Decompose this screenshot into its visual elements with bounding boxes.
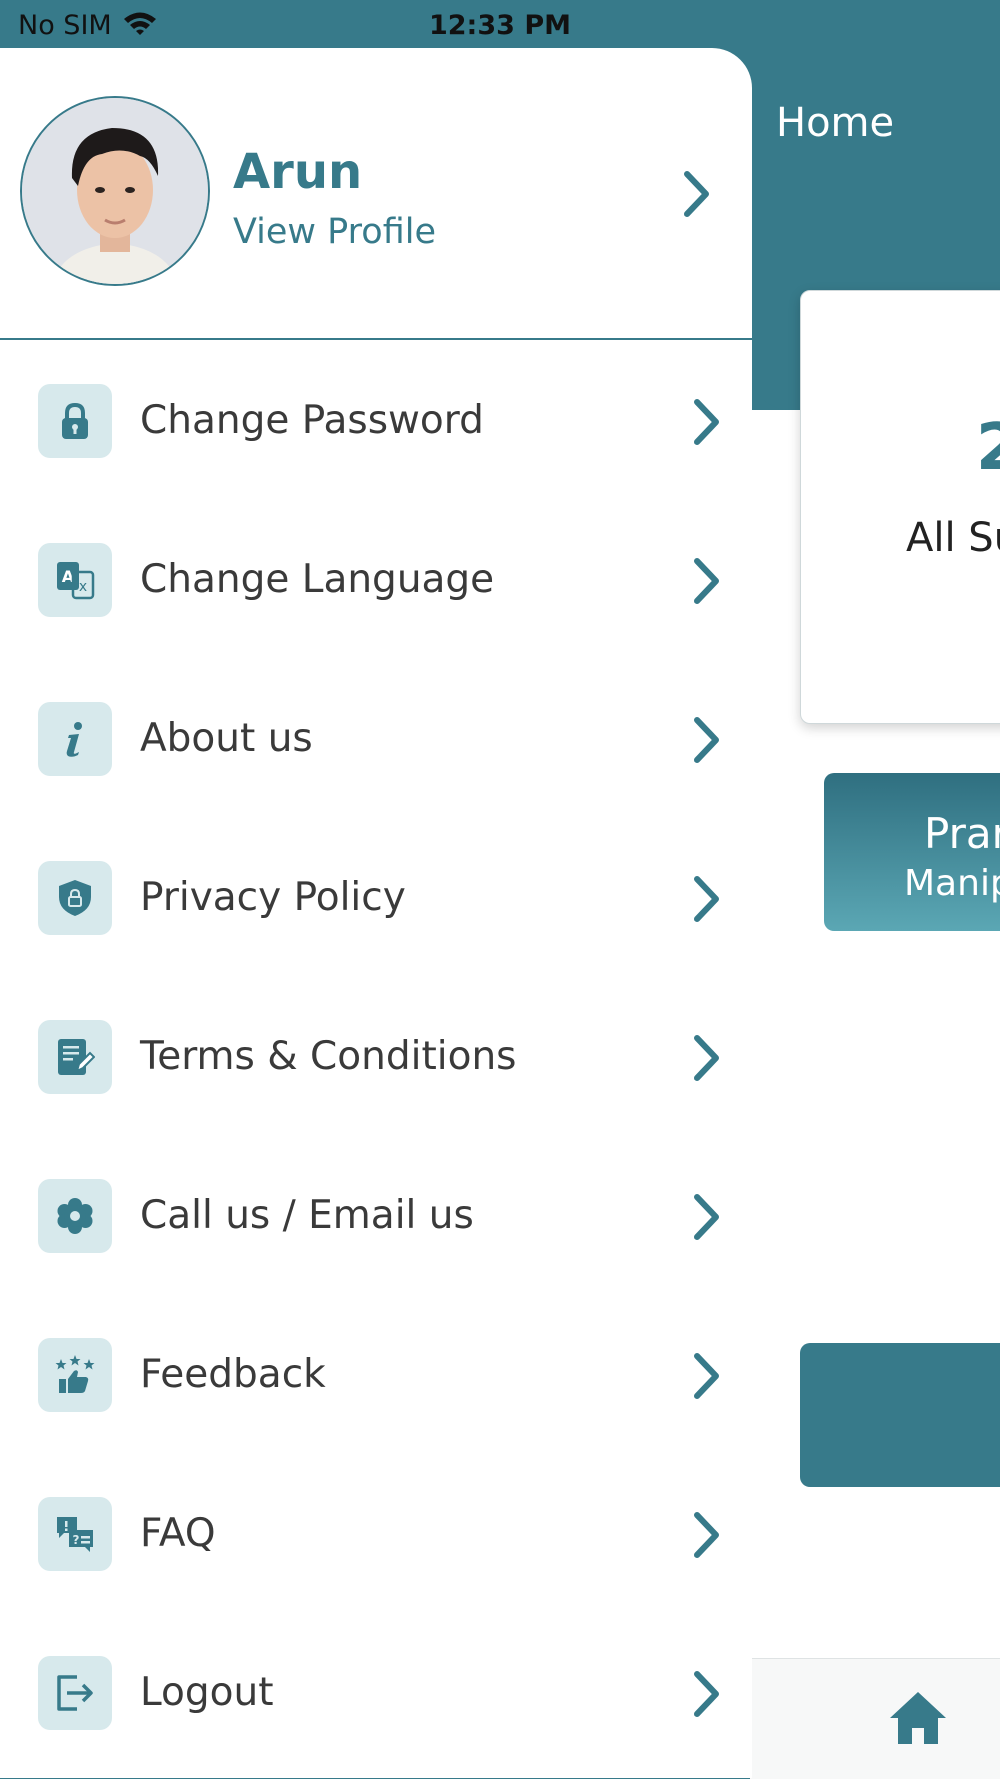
- menu-label: Terms & Conditions: [140, 1034, 517, 1079]
- home-action-button[interactable]: [800, 1343, 1000, 1487]
- avatar: [20, 96, 210, 286]
- chevron-right-icon: [692, 1193, 722, 1245]
- menu-label: Privacy Policy: [140, 875, 406, 920]
- lock-icon: [38, 384, 112, 458]
- menu-item-change-language[interactable]: Ax Change Language: [0, 499, 752, 658]
- practice-card[interactable]: Prar Manip: [824, 773, 1000, 931]
- side-drawer: Arun View Profile Change Password Ax Cha…: [0, 48, 752, 1778]
- practice-title: Prar: [924, 809, 1000, 858]
- shield-icon: [38, 861, 112, 935]
- gear-icon: [38, 1179, 112, 1253]
- menu-label: Feedback: [140, 1352, 326, 1397]
- chevron-right-icon: [692, 1034, 722, 1086]
- thumbs-up-stars-icon: [38, 1338, 112, 1412]
- bottom-nav: [750, 1658, 1000, 1779]
- menu-item-faq[interactable]: ? FAQ: [0, 1453, 752, 1612]
- view-profile-link[interactable]: View Profile: [233, 212, 436, 252]
- menu-item-about-us[interactable]: About us: [0, 658, 752, 817]
- svg-text:?: ?: [73, 1533, 80, 1547]
- home-icon[interactable]: [888, 1690, 948, 1750]
- menu-label: FAQ: [140, 1511, 216, 1556]
- svg-text:x: x: [79, 579, 87, 595]
- menu-label: Logout: [140, 1670, 274, 1715]
- home-title: Home: [776, 100, 895, 146]
- document-edit-icon: [38, 1020, 112, 1094]
- menu-item-feedback[interactable]: Feedback: [0, 1294, 752, 1453]
- chat-question-icon: ?: [38, 1497, 112, 1571]
- menu-item-privacy-policy[interactable]: Privacy Policy: [0, 817, 752, 976]
- menu-label: About us: [140, 716, 313, 761]
- chevron-right-icon: [692, 1670, 722, 1722]
- menu-label: Change Password: [140, 398, 484, 443]
- translate-icon: Ax: [38, 543, 112, 617]
- info-icon: [38, 702, 112, 776]
- chevron-right-icon: [692, 716, 722, 768]
- chevron-right-icon[interactable]: [682, 170, 712, 222]
- chevron-right-icon: [692, 557, 722, 609]
- stats-card[interactable]: 2 All Su: [800, 290, 1000, 724]
- practice-subtitle: Manip: [904, 863, 1000, 904]
- chevron-right-icon: [692, 1511, 722, 1563]
- chevron-right-icon: [692, 875, 722, 927]
- menu-item-logout[interactable]: Logout: [0, 1612, 752, 1771]
- chevron-right-icon: [692, 1352, 722, 1404]
- stats-number: 2: [976, 411, 1000, 485]
- profile-header[interactable]: Arun View Profile: [0, 48, 752, 340]
- menu-label: Call us / Email us: [140, 1193, 474, 1238]
- profile-name: Arun: [233, 144, 363, 200]
- menu-item-call-email[interactable]: Call us / Email us: [0, 1135, 752, 1294]
- chevron-right-icon: [692, 398, 722, 450]
- menu-item-terms-conditions[interactable]: Terms & Conditions: [0, 976, 752, 1135]
- menu-label: Change Language: [140, 557, 495, 602]
- logout-icon: [38, 1656, 112, 1730]
- stats-label: All Su: [906, 515, 1000, 561]
- menu-item-change-password[interactable]: Change Password: [0, 340, 752, 499]
